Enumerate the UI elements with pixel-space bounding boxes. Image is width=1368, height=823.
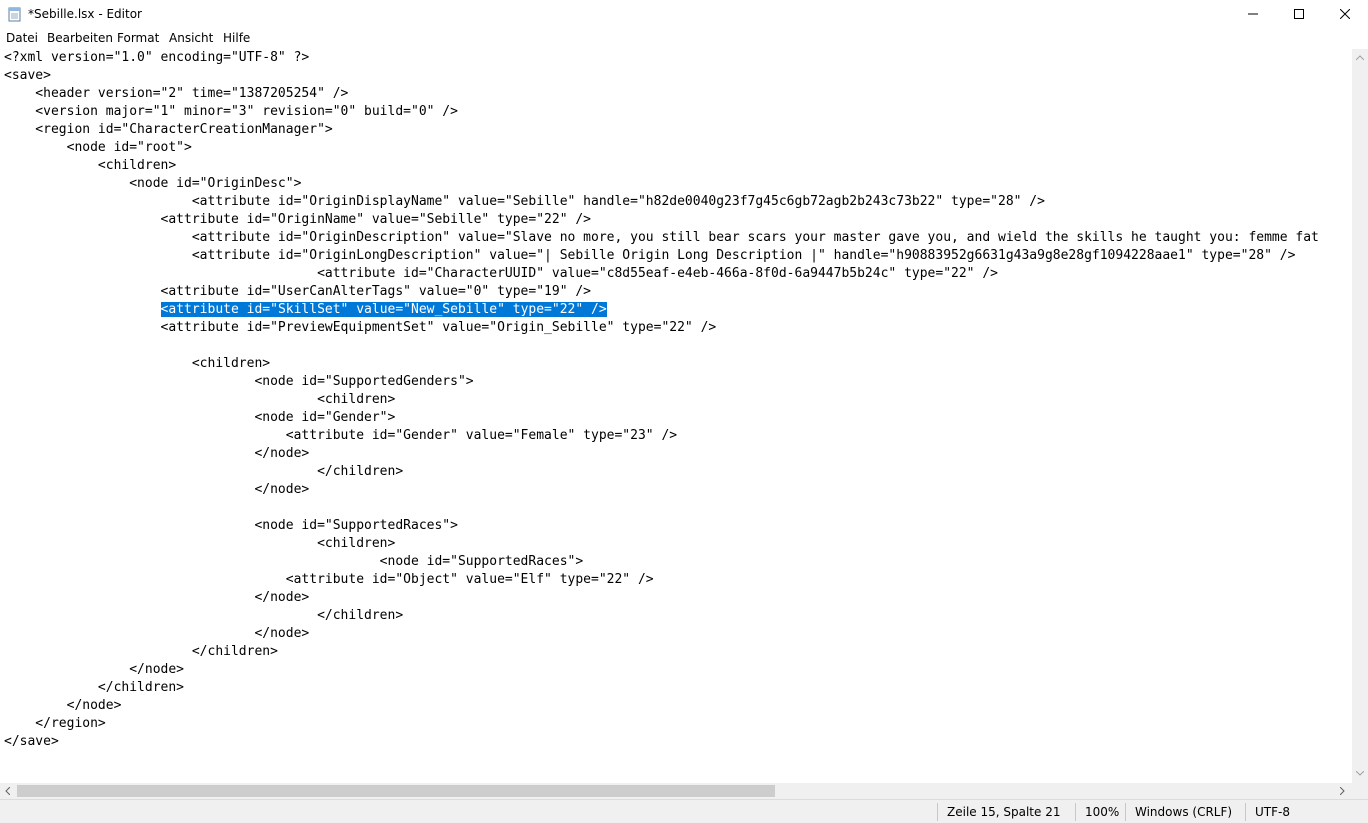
close-button[interactable] <box>1322 0 1368 29</box>
window-title: *Sebille.lsx - Editor <box>28 7 142 21</box>
code-line[interactable]: <children> <box>4 355 270 373</box>
code-line[interactable]: <children> <box>4 391 395 409</box>
menu-hilfe[interactable]: Hilfe <box>223 31 250 46</box>
minimize-icon <box>1248 13 1258 15</box>
code-line[interactable]: <save> <box>4 67 51 85</box>
maximize-icon <box>1294 9 1304 19</box>
code-line[interactable]: <attribute id="OriginDisplayName" value=… <box>4 193 1045 211</box>
code-line[interactable]: <region id="CharacterCreationManager"> <box>4 121 332 139</box>
menu-bar: Datei Bearbeiten Format Ansicht Hilfe <box>0 29 1368 48</box>
menu-ansicht[interactable]: Ansicht <box>169 31 213 46</box>
code-line[interactable]: <attribute id="CharacterUUID" value="c8d… <box>4 265 998 283</box>
scroll-right-icon[interactable] <box>1340 787 1345 795</box>
status-divider <box>1125 803 1126 821</box>
status-zoom: 100% <box>1085 805 1120 819</box>
code-line[interactable]: <node id="SupportedRaces"> <box>4 553 584 571</box>
code-line[interactable]: <?xml version="1.0" encoding="UTF-8" ?> <box>4 49 309 67</box>
code-line[interactable]: <children> <box>4 535 395 553</box>
title-bar[interactable]: *Sebille.lsx - Editor <box>0 0 1368 29</box>
code-line[interactable]: </node> <box>4 481 309 499</box>
horizontal-scrollbar[interactable] <box>0 783 1352 799</box>
text-editor-area[interactable]: <?xml version="1.0" encoding="UTF-8" ?> <… <box>0 49 1352 783</box>
notepad-icon <box>8 7 21 22</box>
code-line[interactable]: </node> <box>4 661 184 679</box>
code-line[interactable]: </children> <box>4 679 184 697</box>
selected-text[interactable]: <attribute id="SkillSet" value="New_Sebi… <box>160 302 607 317</box>
maximize-button[interactable] <box>1276 0 1322 29</box>
horizontal-scroll-thumb[interactable] <box>17 785 775 797</box>
close-icon <box>1340 9 1350 19</box>
menu-datei[interactable]: Datei <box>6 31 38 46</box>
code-line[interactable]: <children> <box>4 157 176 175</box>
scroll-left-icon[interactable] <box>5 787 10 795</box>
minimize-button[interactable] <box>1230 0 1276 29</box>
code-line[interactable]: </save> <box>4 733 59 751</box>
scroll-down-icon[interactable] <box>1356 771 1364 776</box>
code-line[interactable]: <attribute id="Object" value="Elf" type=… <box>4 571 654 589</box>
status-line-ending: Windows (CRLF) <box>1135 805 1233 819</box>
code-line[interactable]: <attribute id="SkillSet" value="New_Sebi… <box>4 301 607 319</box>
status-bar: Zeile 15, Spalte 21 100% Windows (CRLF) … <box>0 799 1368 823</box>
code-line[interactable]: </children> <box>4 607 403 625</box>
code-line[interactable]: <attribute id="PreviewEquipmentSet" valu… <box>4 319 717 337</box>
status-divider <box>937 803 938 821</box>
vertical-scrollbar[interactable] <box>1352 49 1368 783</box>
scroll-up-icon[interactable] <box>1356 55 1364 60</box>
menu-bearbeiten[interactable]: Bearbeiten <box>47 31 113 46</box>
code-line[interactable]: <attribute id="Gender" value="Female" ty… <box>4 427 677 445</box>
code-line[interactable]: </region> <box>4 715 105 733</box>
status-cursor-position: Zeile 15, Spalte 21 <box>947 805 1061 819</box>
code-line[interactable]: <node id="Gender"> <box>4 409 395 427</box>
code-line[interactable]: <node id="root"> <box>4 139 192 157</box>
code-line[interactable]: <attribute id="OriginLongDescription" va… <box>4 247 1296 265</box>
code-line[interactable]: <node id="SupportedGenders"> <box>4 373 473 391</box>
code-line[interactable]: <version major="1" minor="3" revision="0… <box>4 103 458 121</box>
code-line[interactable]: <header version="2" time="1387205254" /> <box>4 85 348 103</box>
code-line[interactable]: </node> <box>4 589 309 607</box>
scrollbar-corner <box>1352 783 1368 799</box>
code-line[interactable]: </children> <box>4 643 278 661</box>
code-line[interactable]: <node id="OriginDesc"> <box>4 175 301 193</box>
status-divider <box>1075 803 1076 821</box>
code-line[interactable]: <node id="SupportedRaces"> <box>4 517 458 535</box>
code-line[interactable]: <attribute id="OriginDescription" value=… <box>4 229 1319 247</box>
menu-format[interactable]: Format <box>117 31 159 46</box>
code-line[interactable]: </node> <box>4 445 309 463</box>
code-line[interactable]: <attribute id="UserCanAlterTags" value="… <box>4 283 591 301</box>
code-line[interactable]: </children> <box>4 463 403 481</box>
status-divider <box>1245 803 1246 821</box>
code-line[interactable]: </node> <box>4 625 309 643</box>
code-line[interactable]: </node> <box>4 697 122 715</box>
status-encoding: UTF-8 <box>1255 805 1290 819</box>
code-line[interactable]: <attribute id="OriginName" value="Sebill… <box>4 211 591 229</box>
